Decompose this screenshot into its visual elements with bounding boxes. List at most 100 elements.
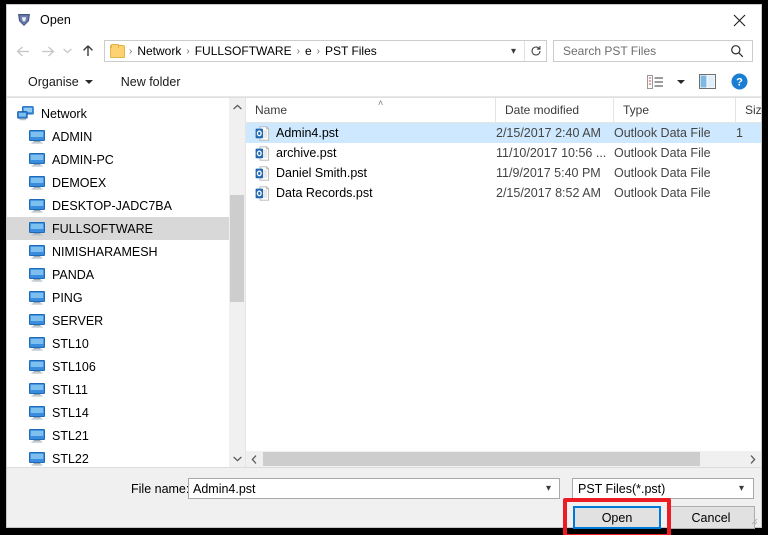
- nav-item-fullsoftware[interactable]: FULLSOFTWARE: [7, 217, 229, 240]
- nav-item-stl11[interactable]: STL11: [7, 378, 229, 401]
- title-bar: Open: [7, 5, 761, 35]
- computer-icon: [29, 175, 45, 190]
- column-header-size[interactable]: Size: [736, 98, 761, 122]
- nav-item-panda[interactable]: PANDA: [7, 263, 229, 286]
- up-icon[interactable]: [76, 39, 100, 63]
- computer-icon: [29, 244, 45, 259]
- computer-icon: [29, 382, 45, 397]
- address-chevron-down-icon[interactable]: ▾: [505, 46, 524, 57]
- file-name-text: Data Records.pst: [276, 186, 373, 200]
- computer-icon: [29, 451, 45, 466]
- breadcrumb-fullsoftware[interactable]: FULLSOFTWARE: [192, 44, 295, 58]
- resize-grip-icon[interactable]: [748, 515, 758, 525]
- file-type-dropdown[interactable]: PST Files(*.pst) ▾: [572, 478, 754, 499]
- app-shield-icon: [18, 14, 30, 26]
- scroll-left-icon[interactable]: [246, 451, 262, 467]
- nav-item-admin-pc[interactable]: ADMIN-PC: [7, 148, 229, 171]
- column-header-date-modified[interactable]: Date modified: [496, 98, 614, 122]
- nav-item-network[interactable]: Network: [7, 102, 229, 125]
- computer-icon: [29, 129, 45, 144]
- nav-item-label: STL14: [52, 405, 89, 420]
- file-type-cell: Outlook Data File: [614, 146, 711, 160]
- window-title: Open: [40, 13, 71, 27]
- file-type-cell: Outlook Data File: [614, 186, 711, 200]
- nav-item-label: FULLSOFTWARE: [52, 221, 153, 236]
- file-row[interactable]: Admin4.pst 2/15/2017 2:40 AM Outlook Data …: [246, 123, 761, 143]
- breadcrumb-separator: ›: [129, 45, 133, 57]
- breadcrumb-pst-files[interactable]: PST Files: [322, 44, 380, 58]
- scroll-down-icon[interactable]: [229, 450, 245, 467]
- nav-item-server[interactable]: SERVER: [7, 309, 229, 332]
- outlook-pst-icon: [255, 145, 270, 161]
- file-name-cell: Data Records.pst: [246, 185, 496, 201]
- column-header-type[interactable]: Type: [614, 98, 736, 122]
- nav-item-stl14[interactable]: STL14: [7, 401, 229, 424]
- refresh-icon[interactable]: [524, 41, 546, 61]
- open-button[interactable]: Open: [573, 506, 661, 529]
- column-header-name[interactable]: Name ˄: [246, 98, 496, 122]
- nav-item-nimisharamesh[interactable]: NIMISHARAMESH: [7, 240, 229, 263]
- file-list-horizontal-scrollbar[interactable]: [246, 451, 761, 467]
- search-box[interactable]: [553, 40, 753, 62]
- computer-icon: [29, 267, 45, 282]
- nav-item-label: STL11: [52, 382, 88, 397]
- preview-pane-icon[interactable]: [693, 70, 721, 94]
- forward-icon[interactable]: [35, 39, 59, 63]
- new-folder-button[interactable]: New folder: [114, 72, 188, 92]
- back-icon[interactable]: [11, 39, 35, 63]
- nav-item-desktop-jadc7ba[interactable]: DESKTOP-JADC7BA: [7, 194, 229, 217]
- breadcrumb-e[interactable]: e: [302, 44, 315, 58]
- nav-scrollbar-thumb[interactable]: [230, 195, 244, 302]
- file-row[interactable]: archive.pst 11/10/2017 10:56 ... Outlook D…: [246, 143, 761, 163]
- computer-icon: [29, 313, 45, 328]
- cancel-button[interactable]: Cancel: [667, 506, 755, 529]
- nav-item-stl106[interactable]: STL106: [7, 355, 229, 378]
- list-view-icon[interactable]: [641, 70, 669, 94]
- search-input[interactable]: [561, 43, 722, 59]
- navigation-pane: Network ADMIN ADMIN-PC DEMOEX DESKTOP-JADC7B…: [7, 98, 246, 467]
- file-name-input[interactable]: [189, 480, 538, 497]
- help-icon[interactable]: ?: [725, 70, 753, 94]
- address-row: › Network › FULLSOFTWARE › e › PST Files…: [7, 35, 761, 67]
- nav-item-ping[interactable]: PING: [7, 286, 229, 309]
- organise-button[interactable]: Organise: [21, 72, 100, 92]
- chevron-down-icon: [84, 79, 93, 84]
- address-bar[interactable]: › Network › FULLSOFTWARE › e › PST Files…: [104, 40, 547, 62]
- breadcrumb-network[interactable]: Network: [134, 44, 184, 58]
- nav-item-stl22[interactable]: STL22: [7, 447, 229, 467]
- dialog-body: Network ADMIN ADMIN-PC DEMOEX DESKTOP-JADC7B…: [7, 97, 761, 467]
- nav-item-label: DEMOEX: [52, 175, 107, 190]
- nav-item-label: ADMIN-PC: [52, 152, 114, 167]
- nav-item-admin[interactable]: ADMIN: [7, 125, 229, 148]
- horizontal-scrollbar-thumb[interactable]: [263, 452, 700, 466]
- recent-locations-chevron-down-icon[interactable]: [59, 39, 76, 63]
- scroll-up-icon[interactable]: [229, 98, 245, 115]
- outlook-pst-icon: [255, 165, 270, 181]
- file-row[interactable]: Daniel Smith.pst 11/9/2017 5:40 PM Outlook…: [246, 163, 761, 183]
- close-icon[interactable]: [717, 5, 761, 35]
- outlook-pst-icon: [255, 185, 270, 201]
- search-icon[interactable]: [722, 44, 752, 58]
- file-date-cell: 2/15/2017 2:40 AM: [496, 126, 601, 140]
- nav-item-label: PING: [52, 290, 83, 305]
- file-name-chevron-down-icon[interactable]: ▾: [538, 483, 559, 494]
- computer-icon: [29, 221, 45, 236]
- computer-icon: [29, 405, 45, 420]
- view-chevron-down-icon[interactable]: [673, 70, 689, 94]
- nav-item-label: STL22: [52, 451, 89, 466]
- column-header-label: Size: [745, 103, 761, 117]
- file-row[interactable]: Data Records.pst 2/15/2017 8:52 AM Outlook…: [246, 183, 761, 203]
- scroll-right-icon[interactable]: [745, 451, 761, 467]
- new-folder-label: New folder: [120, 74, 181, 89]
- nav-item-stl21[interactable]: STL21: [7, 424, 229, 447]
- nav-item-stl10[interactable]: STL10: [7, 332, 229, 355]
- file-name-text: archive.pst: [276, 146, 337, 160]
- file-type-chevron-down-icon[interactable]: ▾: [730, 483, 753, 494]
- nav-item-label: Network: [41, 106, 87, 121]
- nav-item-demoex[interactable]: DEMOEX: [7, 171, 229, 194]
- file-name-field[interactable]: ▾: [188, 478, 560, 499]
- nav-item-label: STL21: [52, 428, 89, 443]
- nav-scrollbar[interactable]: [229, 98, 245, 467]
- sort-ascending-icon: ˄: [378, 98, 384, 108]
- network-icon: [17, 106, 34, 121]
